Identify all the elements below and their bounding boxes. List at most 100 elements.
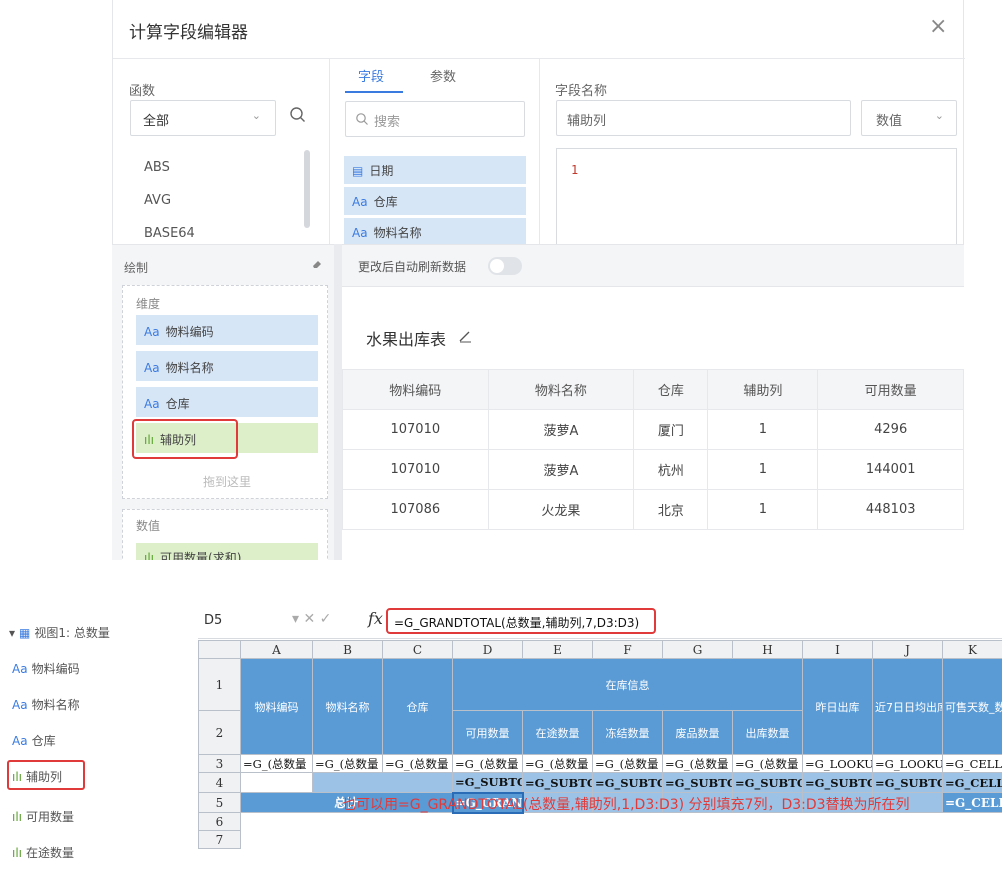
row-header[interactable]: 6 [198, 812, 241, 831]
cell-reference[interactable]: D5 [204, 613, 222, 628]
column-header[interactable]: 仓库 [633, 369, 709, 410]
sheet-cell[interactable]: =G_(总数量 [522, 754, 593, 773]
edit-icon[interactable] [458, 329, 472, 343]
sheet-cell[interactable]: =G_(总数量 [312, 754, 383, 773]
column-header[interactable]: 物料名称 [487, 369, 635, 410]
sheet-cell[interactable]: =G_CELL [942, 792, 1002, 813]
close-icon[interactable]: × [929, 14, 947, 39]
sheet-cell[interactable]: 昨日出库 [802, 658, 873, 755]
sheet-cell[interactable]: =G_SUBTO [872, 772, 943, 793]
sheet-cell[interactable]: =G_SUBTO [592, 772, 663, 793]
function-item[interactable]: ABS [144, 160, 170, 175]
dimension-pill[interactable]: Aa 物料编码 [136, 315, 318, 345]
sheet-cell[interactable]: 物料名称 [312, 658, 383, 755]
sheet-cell[interactable]: 物料编码 [240, 658, 313, 755]
field-item-warehouse[interactable]: Aa 仓库 [344, 187, 526, 215]
column-header[interactable]: H [732, 640, 803, 659]
sheet-cell[interactable]: =G_(总数量 [662, 754, 733, 773]
sheet-cell[interactable]: =G_LOOKU [802, 754, 873, 773]
sheet-cell[interactable]: 仓库 [382, 658, 453, 755]
sheet-cell[interactable]: =G_(总数量 [592, 754, 663, 773]
sheet-cell[interactable] [241, 831, 1002, 849]
column-header[interactable]: C [382, 640, 453, 659]
sheet-cell[interactable]: =G_SUBTO [452, 772, 523, 793]
sheet-cell[interactable]: 废品数量 [662, 710, 733, 755]
column-header[interactable]: I [802, 640, 873, 659]
sheet-cell[interactable]: =G_(总数量 [382, 754, 453, 773]
cancel-icon[interactable]: ✕ [303, 611, 315, 627]
column-header[interactable]: 可用数量 [817, 369, 964, 410]
sheet-cell[interactable]: =G_(总数量 [732, 754, 803, 773]
tab-fields[interactable]: 字段 [358, 66, 384, 85]
column-header[interactable]: E [522, 640, 593, 659]
sheet-cell[interactable]: =G_LOOKU [872, 754, 943, 773]
sheet-cell[interactable]: =G_SUBTO [522, 772, 593, 793]
formula-input[interactable]: =G_GRANDTOTAL(总数量,辅助列,7,D3:D3) [386, 608, 656, 634]
column-header[interactable]: 物料编码 [342, 369, 489, 410]
row-header[interactable]: 5 [198, 792, 241, 813]
sheet-cell[interactable] [240, 772, 313, 793]
column-header[interactable]: B [312, 640, 383, 659]
column-header[interactable]: F [592, 640, 663, 659]
column-header[interactable]: 辅助列 [707, 369, 819, 410]
sheet-cell[interactable]: =G_CELL [942, 772, 1002, 793]
column-header[interactable]: K [942, 640, 1002, 659]
text-type-icon: Aa [144, 325, 160, 339]
tree-item[interactable]: Aa 物料名称 [12, 696, 80, 713]
formula-editor[interactable]: 1 [556, 148, 957, 244]
tree-item[interactable]: ılı 在途数量 [12, 844, 74, 861]
column-header[interactable]: A [240, 640, 313, 659]
tree-root[interactable]: ▾ ▦ 视图1: 总数量 [9, 624, 110, 641]
field-type-select[interactable]: 数值 ⌄ [861, 100, 957, 136]
sheet-cell[interactable]: 可售天数_数 [942, 658, 1002, 755]
function-category-select[interactable]: 全部 ⌄ [130, 100, 276, 136]
auto-refresh-toggle[interactable] [488, 257, 522, 275]
row-header[interactable]: 2 [198, 710, 241, 755]
tree-item[interactable]: Aa 仓库 [12, 732, 56, 749]
sheet-cell[interactable]: =G_SUBTO [802, 772, 873, 793]
confirm-icon[interactable]: ✓ [320, 611, 332, 627]
corner-cell[interactable] [198, 640, 241, 659]
field-item-date[interactable]: ▤ 日期 [344, 156, 526, 184]
function-item[interactable]: AVG [144, 193, 171, 208]
panel-splitter[interactable] [334, 244, 342, 560]
sheet-cell[interactable]: 可用数量 [452, 710, 523, 755]
sheet-cell[interactable]: =G_SUBTO [732, 772, 803, 793]
row-header[interactable]: 4 [198, 772, 241, 793]
sheet-cell[interactable]: =G_SUBTO [662, 772, 733, 793]
sheet-cell[interactable]: 近7日日均出库 [872, 658, 943, 755]
sheet-cell[interactable]: =G_CELL [942, 754, 1002, 773]
caret-down-icon[interactable]: ▾ [9, 626, 15, 640]
sheet-cell[interactable] [312, 772, 453, 793]
tree-item[interactable]: ılı 可用数量 [12, 808, 74, 825]
dimension-pill[interactable]: Aa 仓库 [136, 387, 318, 417]
search-icon[interactable] [289, 106, 307, 124]
eraser-icon[interactable] [311, 258, 323, 270]
dimension-pill[interactable]: Aa 物料名称 [136, 351, 318, 381]
sheet-cell[interactable] [241, 813, 1002, 831]
sheet-cell[interactable]: =G_(总数量 [452, 754, 523, 773]
function-item[interactable]: BASE64 [144, 226, 195, 241]
sheet-cell[interactable]: =G_(总数量 [240, 754, 313, 773]
field-search-input[interactable]: 搜索 [345, 101, 525, 137]
field-name-input[interactable]: 辅助列 [556, 100, 851, 136]
sheet-cell[interactable]: 冻结数量 [592, 710, 663, 755]
chevron-down-icon[interactable]: ▾ [292, 611, 299, 627]
sheet-cell[interactable]: 在途数量 [522, 710, 593, 755]
row-header[interactable]: 7 [198, 830, 241, 849]
divider [329, 59, 330, 244]
function-icon[interactable]: fx [368, 609, 383, 628]
row-header[interactable]: 3 [198, 754, 241, 773]
tab-params[interactable]: 参数 [430, 66, 456, 85]
row-header[interactable]: 1 [198, 658, 241, 711]
value-pill[interactable]: ılı 可用数量(求和) [136, 543, 318, 560]
tree-item[interactable]: Aa 物料编码 [12, 660, 80, 677]
table-cell: 107010 [342, 409, 489, 450]
column-header[interactable]: D [452, 640, 523, 659]
field-item-material-name[interactable]: Aa 物料名称 [344, 218, 526, 244]
column-header[interactable]: G [662, 640, 733, 659]
sheet-cell[interactable]: 在库信息 [452, 658, 803, 711]
sheet-cell[interactable]: 出库数量 [732, 710, 803, 755]
column-header[interactable]: J [872, 640, 943, 659]
function-list-scrollbar[interactable] [304, 150, 310, 228]
